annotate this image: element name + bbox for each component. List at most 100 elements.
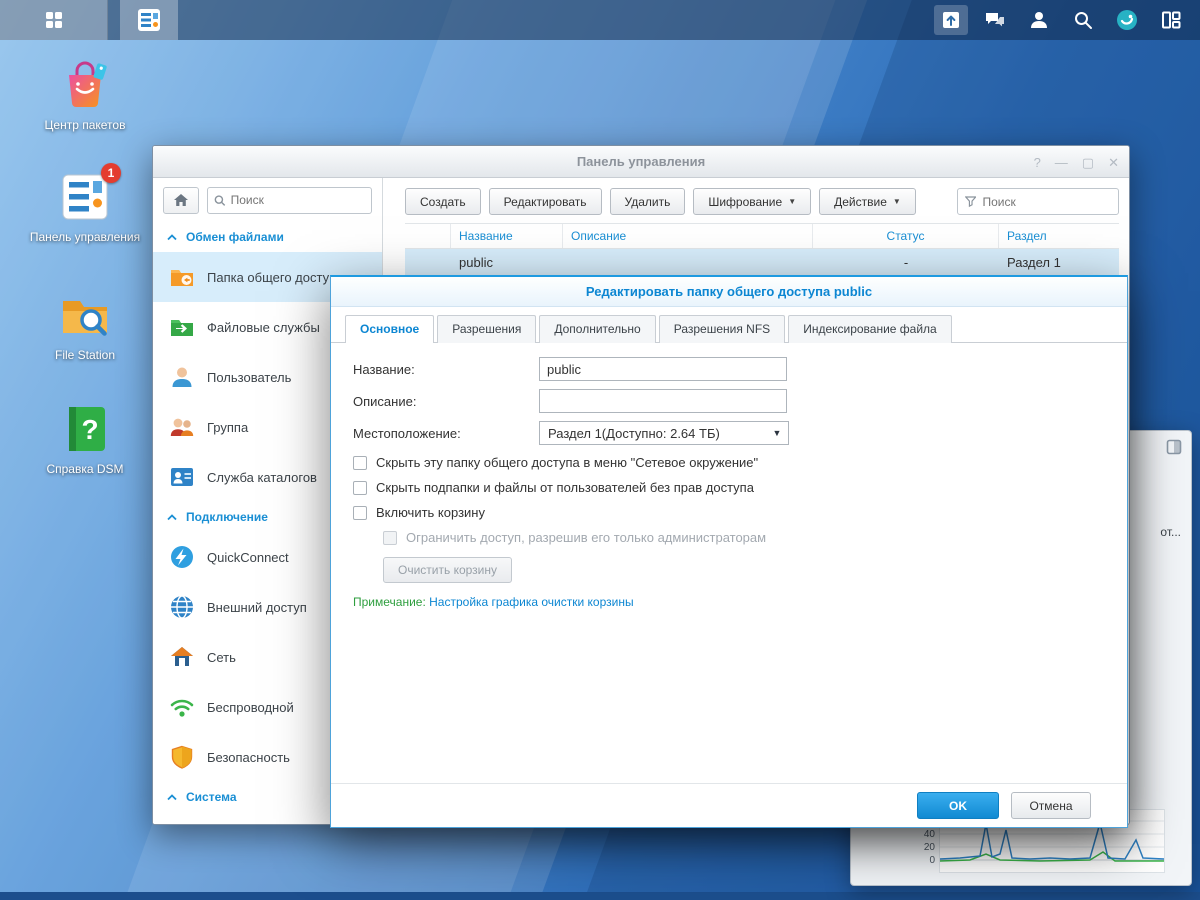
search-icon [214,194,226,206]
row-name: public [459,255,493,270]
desktop-icon-label: Центр пакетов [44,118,126,132]
desktop-icon-file-station[interactable]: File Station [25,288,145,362]
chevron-up-icon [167,233,177,240]
dialog-title: Редактировать папку общего доступа publi… [331,277,1127,307]
tab-permissions[interactable]: Разрешения [437,315,537,343]
sidebar-section-file-sharing[interactable]: Обмен файлами [153,222,382,252]
edit-shared-folder-dialog: Редактировать папку общего доступа publi… [330,275,1128,828]
window-controls: ? — ▢ ✕ [1034,146,1119,178]
tab-advanced[interactable]: Дополнительно [539,315,656,343]
widgets-icon[interactable] [1154,5,1188,35]
taskbar-right-icons [934,0,1200,40]
support-icon[interactable] [1110,5,1144,35]
checkbox[interactable] [353,455,367,470]
delete-button[interactable]: Удалить [609,188,686,215]
package-center-icon [58,58,112,112]
upload-icon[interactable] [934,5,968,35]
home-icon [174,194,188,206]
description-field-row: Описание: [353,389,1105,413]
control-panel-mini-icon [138,9,160,31]
checkbox[interactable] [353,505,367,520]
recycle-schedule-link[interactable]: Настройка графика очистки корзины [429,595,633,609]
table-header-description[interactable]: Описание [563,224,813,248]
home-button[interactable] [163,186,199,214]
file-station-icon [58,288,112,342]
main-menu-button[interactable] [0,0,108,40]
chevron-up-icon [167,793,177,800]
group-icon [170,418,194,436]
help-icon[interactable]: ? [1034,156,1041,169]
window-titlebar[interactable]: Панель управления ? — ▢ ✕ [153,146,1129,178]
user-icon[interactable] [1022,5,1056,35]
location-field-row: Местоположение: Раздел 1(Доступно: 2.64 … [353,421,1105,445]
search-icon[interactable] [1066,5,1100,35]
tab-nfs-permissions[interactable]: Разрешения NFS [658,315,786,343]
row-description [563,249,813,276]
location-value: Раздел 1(Доступно: 2.64 ТБ) [548,425,720,441]
table-header-status[interactable]: Статус [813,224,999,248]
checkbox[interactable] [353,480,367,495]
desktop-screen: от... 60 40 20 0 [0,0,1200,900]
checkbox-label: Ограничить доступ, разрешив его только а… [406,530,767,545]
directory-service-icon [171,468,193,486]
checkbox-label: Скрыть подпапки и файлы от пользователей… [376,480,754,495]
table-header-name[interactable]: Название [451,224,563,248]
desktop-icon-label: Справка DSM [46,462,124,476]
action-dropdown-button[interactable]: Действие ▼ [819,188,916,215]
dialog-tabs: Основное Разрешения Дополнительно Разреш… [331,307,1127,343]
restrict-admin-checkbox-row: Ограничить доступ, разрешив его только а… [383,530,1105,545]
encryption-dropdown-button[interactable]: Шифрование ▼ [693,188,812,215]
control-panel-icon: 1 [58,163,121,224]
enable-recycle-bin-checkbox-row[interactable]: Включить корзину [353,505,1105,520]
shared-folder-icon [171,270,193,286]
row-status: - [903,255,909,270]
sidebar-search[interactable] [207,186,372,214]
table-filter-search[interactable] [957,188,1119,215]
cancel-button[interactable]: Отмена [1011,792,1091,819]
desktop-icon-label: File Station [54,348,116,362]
close-icon[interactable]: ✕ [1108,156,1119,169]
toolbar: Создать Редактировать Удалить Шифрование… [383,178,1129,223]
checkbox-label: Включить корзину [376,505,485,520]
edit-button[interactable]: Редактировать [488,188,602,215]
desktop-icon-control-panel[interactable]: 1 Панель управления [25,163,145,244]
chart-ytick: 0 [929,855,935,866]
description-input[interactable] [539,389,787,413]
dsm-help-icon: ? [58,402,112,456]
note-label: Примечание: [353,595,426,609]
table-row[interactable]: public - Раздел 1 [405,249,1119,277]
quickconnect-icon [171,546,193,568]
desktop-icon-dsm-help[interactable]: ? Справка DSM [25,402,145,476]
sidebar-search-input[interactable] [230,193,365,207]
table-header: Название Описание Статус Раздел [405,223,1119,249]
network-icon [171,647,193,666]
notification-badge: 1 [101,163,121,183]
tab-general[interactable]: Основное [345,315,435,343]
minimize-icon[interactable]: — [1055,156,1068,169]
chat-icon[interactable] [978,5,1012,35]
name-label: Название: [353,361,415,377]
checkbox-disabled [383,530,397,545]
wallpaper-bottom-band [0,892,1200,900]
filter-funnel-icon [965,196,977,208]
create-button[interactable]: Создать [405,188,481,215]
hide-folder-checkbox-row[interactable]: Скрыть эту папку общего доступа в меню "… [353,455,1105,470]
table-filter-input[interactable] [982,194,1111,209]
widget-truncated-text: от... [1160,525,1181,539]
tab-file-indexing[interactable]: Индексирование файла [788,315,952,343]
widget-dock-icon[interactable] [1166,439,1182,458]
table-header-select[interactable] [405,224,451,248]
chart-ytick: 20 [923,842,935,853]
location-select[interactable]: Раздел 1(Доступно: 2.64 ТБ) ▼ [539,421,789,445]
caret-down-icon: ▼ [788,197,797,206]
desktop-icon-package-center[interactable]: Центр пакетов [25,58,145,132]
taskbar-control-panel-app[interactable] [120,0,178,40]
name-input[interactable] [539,357,787,381]
empty-recycle-bin-button[interactable]: Очистить корзину [383,557,512,583]
ok-button[interactable]: OK [917,792,999,819]
table-header-volume[interactable]: Раздел [999,224,1119,248]
chart-ytick: 40 [923,829,935,840]
maximize-icon[interactable]: ▢ [1082,156,1094,169]
chevron-up-icon [167,513,177,520]
hide-subfolders-checkbox-row[interactable]: Скрыть подпапки и файлы от пользователей… [353,480,1105,495]
